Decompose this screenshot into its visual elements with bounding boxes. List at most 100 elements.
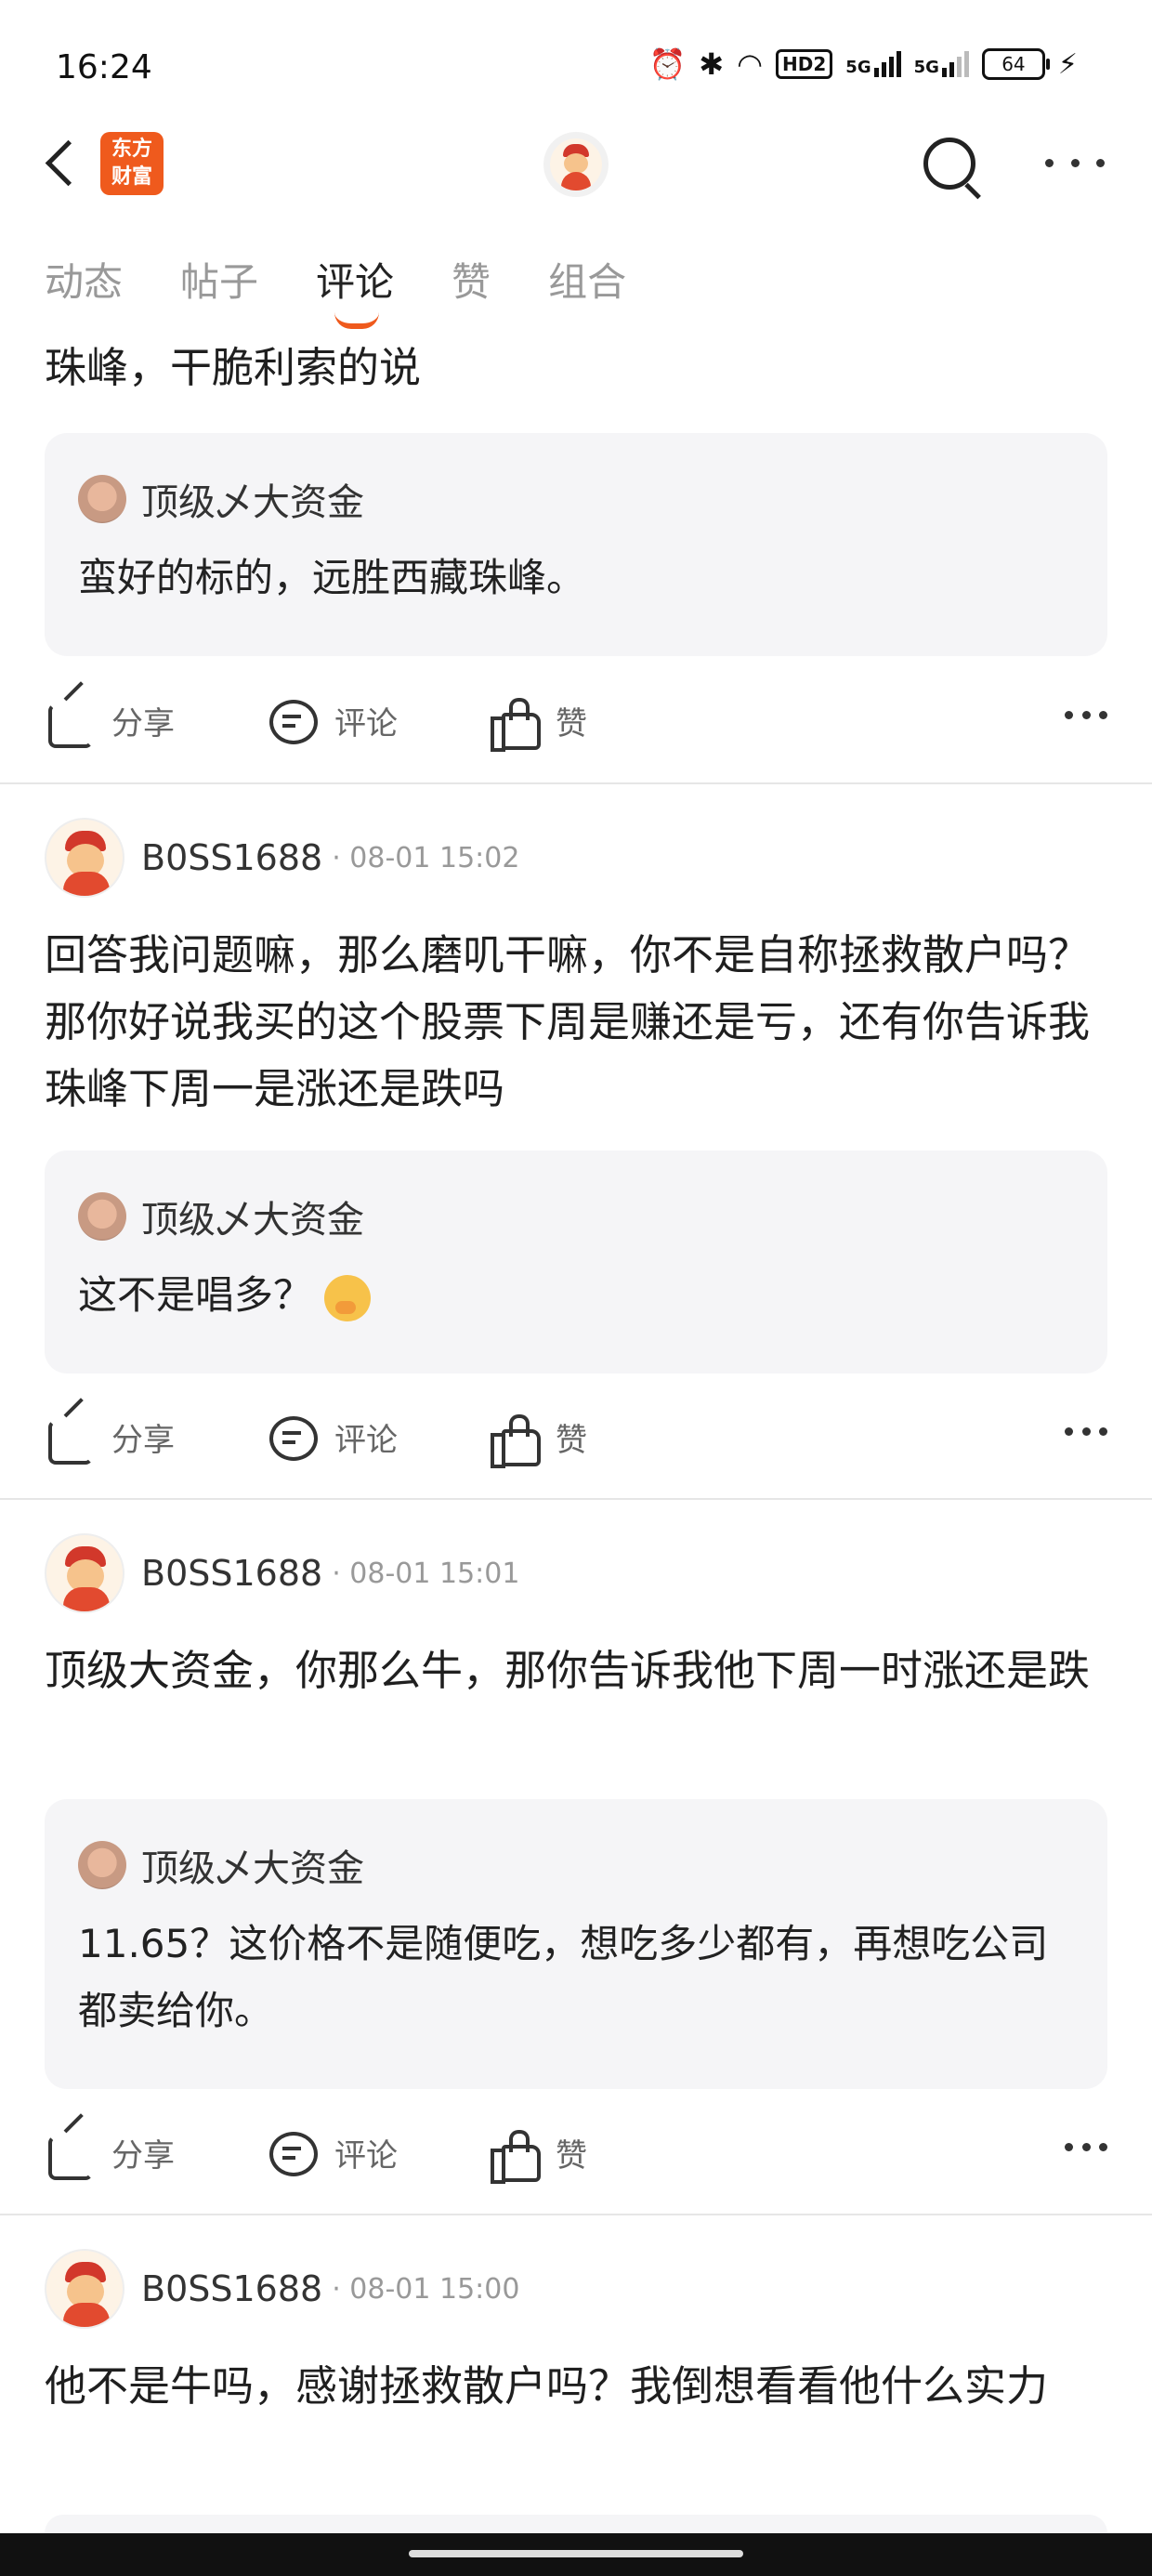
quoted-user-name: 顶级乄大资金 [141,1199,364,1242]
tab-posts[interactable]: 帖子 [180,251,258,308]
alarm-icon: ⏰ [648,46,687,82]
share-label: 分享 [111,1421,175,1459]
tab-dynamics[interactable]: 动态 [45,251,123,308]
share-icon [45,2113,93,2180]
share-button[interactable]: 分享 [45,681,175,757]
profile-avatar[interactable] [543,132,609,197]
tab-likes[interactable]: 赞 [452,251,491,308]
profile-tabs: 动态 帖子 评论 赞 组合 [45,251,684,329]
signal-icon: 5G [914,51,969,77]
quoted-text: 蛮好的标的，远胜西藏珠峰。 [78,555,586,600]
quoted-user-avatar [78,1841,126,1889]
like-button[interactable]: 赞 [489,2115,587,2189]
smirk-emoji-icon [324,1274,372,1321]
comment-icon [268,2128,318,2176]
comment-timestamp: · 08-01 15:00 [332,2272,520,2306]
comment-label: 评论 [334,2136,398,2175]
more-icon[interactable] [1065,2143,1107,2151]
more-icon[interactable] [1065,1427,1107,1436]
comment-timestamp: · 08-01 15:02 [332,841,520,874]
back-button[interactable] [37,132,93,197]
home-indicator[interactable] [409,2550,743,2557]
quoted-text: 这不是唱多？ [78,1262,1081,1329]
back-arrow-icon [45,139,92,187]
search-button[interactable] [920,134,985,200]
comment-timestamp: · 08-01 15:01 [332,1557,520,1590]
top-header: 东方 财富 [0,112,1152,223]
share-icon [45,681,93,748]
hd-icon: HD2 [776,49,833,79]
username[interactable]: B0SS1688 [141,837,322,878]
quoted-text-content: 这不是唱多？ [78,1272,313,1318]
comment-header: B0SS1688 · 08-01 15:02 [45,818,519,898]
status-icons: ⏰ ✱ ◠ HD2 5G 5G 64 ⚡ [648,46,1078,82]
like-icon [489,1413,541,1468]
status-time: 16:24 [56,48,152,86]
like-button[interactable]: 赞 [489,1400,587,1474]
action-bar: 分享 评论 赞 [45,1398,1107,1474]
user-avatar[interactable] [45,2249,124,2329]
comment-text[interactable]: 回答我问题嘛，那么磨叽干嘛，你不是自称拯救散户吗？那你好说我买的这个股票下周是赚… [45,922,1113,1123]
like-button[interactable]: 赞 [489,683,587,757]
bluetooth-icon: ✱ [699,46,725,82]
comment-label: 评论 [334,704,398,743]
signal-label: 5G [845,58,871,77]
app-logo[interactable]: 东方 财富 [100,132,164,195]
comment-text[interactable]: 顶级大资金，你那么牛，那你告诉我他下周一时涨还是跌 [45,1637,1113,1704]
tab-comments[interactable]: 评论 [316,251,394,329]
action-bar: 分享 评论 赞 [45,681,1107,757]
divider [0,1498,1152,1500]
quoted-user-avatar [78,1192,126,1241]
logo-text-line1: 东方 [111,138,152,161]
share-icon [45,1398,93,1465]
signal-icon: 5G [845,51,901,77]
quoted-text: 11.65？这价格不是随便吃，想吃多少都有，再想吃公司都卖给你。 [78,1921,1049,2033]
avatar-image [550,138,602,191]
share-label: 分享 [111,704,175,743]
comment-header: B0SS1688 · 08-01 15:00 [45,2249,519,2329]
username[interactable]: B0SS1688 [141,2268,322,2309]
status-bar: 16:24 ⏰ ✱ ◠ HD2 5G 5G 64 ⚡ [0,0,1152,112]
action-bar: 分享 评论 赞 [45,2113,1107,2189]
comment-label: 评论 [334,1421,398,1459]
more-options-button[interactable] [1045,149,1105,177]
like-label: 赞 [556,1421,587,1459]
comment-button[interactable]: 评论 [268,2115,398,2189]
like-icon [489,696,541,752]
quoted-post[interactable]: 顶级乄大资金 这不是唱多？ [45,1150,1107,1373]
comment-button[interactable]: 评论 [268,1400,398,1474]
comment-icon [268,1413,318,1461]
comment-text[interactable]: 珠峰，干脆利索的说 [45,335,1113,401]
divider [0,2214,1152,2215]
system-nav-bar [0,2533,1152,2576]
more-icon[interactable] [1065,711,1107,719]
comment-icon [268,696,318,744]
user-avatar[interactable] [45,818,124,898]
logo-text-line2: 财富 [111,165,152,189]
quoted-post[interactable]: 顶级乄大资金 蛮好的标的，远胜西藏珠峰。 [45,433,1107,656]
quoted-user-name: 顶级乄大资金 [141,481,364,524]
like-label: 赞 [556,704,587,743]
charging-icon: ⚡ [1057,47,1078,81]
comment-header: B0SS1688 · 08-01 15:01 [45,1533,519,1613]
share-label: 分享 [111,2136,175,2175]
username[interactable]: B0SS1688 [141,1553,322,1594]
like-icon [489,2128,541,2184]
user-avatar[interactable] [45,1533,124,1613]
quoted-user-avatar [78,475,126,523]
quoted-post[interactable]: 顶级乄大资金 11.65？这价格不是随便吃，想吃多少都有，再想吃公司都卖给你。 [45,1799,1107,2089]
quoted-user: 顶级乄大资金 [78,1838,364,1892]
signal-label: 5G [913,58,939,77]
wifi-icon: ◠ [737,46,764,82]
comment-button[interactable]: 评论 [268,683,398,757]
quoted-user: 顶级乄大资金 [78,1189,364,1243]
share-button[interactable]: 分享 [45,2113,175,2189]
share-button[interactable]: 分享 [45,1398,175,1474]
battery-icon: 64 [981,48,1050,80]
quoted-user-name: 顶级乄大资金 [141,1847,364,1890]
quoted-user: 顶级乄大资金 [78,472,364,526]
tab-portfolio[interactable]: 组合 [548,251,626,308]
comment-text[interactable]: 他不是牛吗，感谢拯救散户吗？我倒想看看他什么实力 [45,2353,1113,2420]
divider [0,782,1152,784]
like-label: 赞 [556,2136,587,2175]
